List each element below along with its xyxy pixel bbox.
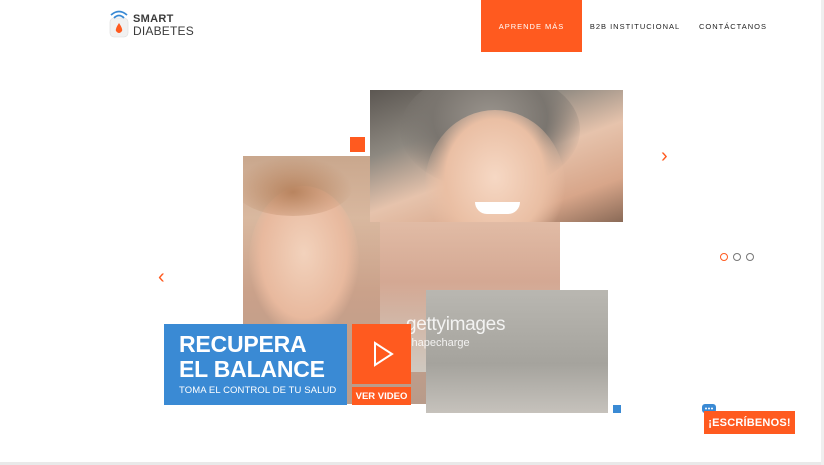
- slider-next-arrow-icon[interactable]: ›: [661, 146, 668, 166]
- slider-dot-3[interactable]: [746, 253, 754, 261]
- hero-photo-woman: [370, 90, 623, 222]
- ver-video-button[interactable]: VER VIDEO: [352, 387, 411, 405]
- stock-watermark: gettyimages shapecharge: [406, 314, 505, 349]
- decorative-orange-square: [350, 137, 365, 152]
- hero-photo-bottom: [426, 290, 608, 413]
- hero-title-line2: EL BALANCE: [179, 356, 325, 382]
- hero-headline-box: RECUPERA EL BALANCE TOMA EL CONTROL DE T…: [164, 324, 347, 405]
- slider-prev-arrow-icon[interactable]: ‹: [158, 267, 165, 287]
- chat-button[interactable]: ¡ESCRÍBENOS!: [704, 411, 795, 434]
- nav-contactanos[interactable]: CONTÁCTANOS: [694, 0, 772, 52]
- watermark-brand: gettyimages: [406, 314, 506, 335]
- hero-title-line1: RECUPERA: [179, 331, 307, 357]
- play-video-button[interactable]: [352, 324, 411, 384]
- play-icon: [373, 341, 394, 367]
- slider-dot-1[interactable]: [720, 253, 728, 261]
- brand-logo[interactable]: SMART DIABETES: [108, 9, 208, 41]
- nav-b2b-institucional[interactable]: B2B INSTITUCIONAL: [588, 0, 682, 52]
- brand-name-line2: DIABETES: [133, 24, 194, 38]
- slider-dot-2[interactable]: [733, 253, 741, 261]
- slider-pagination: [720, 253, 754, 261]
- wifi-drop-logo-icon: [109, 10, 129, 38]
- nav-aprende-mas[interactable]: APRENDE MÁS: [481, 0, 582, 52]
- hero-subtitle: TOMA EL CONTROL DE TU SALUD: [179, 385, 337, 396]
- watermark-author: shapecharge: [406, 337, 470, 349]
- decorative-blue-square: [613, 405, 621, 413]
